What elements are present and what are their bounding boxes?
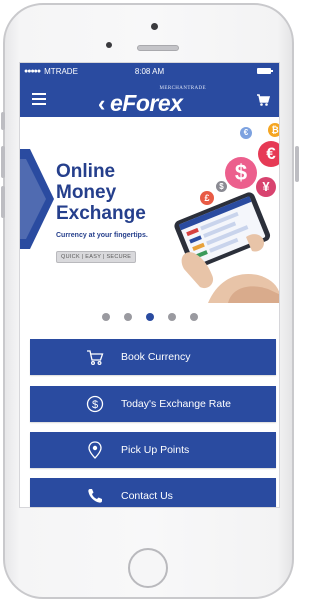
banner-tagline: QUICK | EASY | SECURE	[56, 251, 137, 263]
banner-arrow-shape	[20, 149, 54, 249]
phone-icon	[88, 489, 102, 503]
euro-small-coin-icon: €	[240, 127, 252, 139]
banner-title: Online Money Exchange	[56, 161, 146, 224]
dollar-coin-icon: $	[86, 395, 104, 413]
contact-us-button[interactable]: Contact Us	[30, 478, 276, 507]
contact-us-label: Contact Us	[121, 490, 173, 502]
book-currency-label: Book Currency	[121, 351, 191, 363]
carousel-dot[interactable]	[190, 313, 198, 321]
cart-icon[interactable]	[256, 93, 270, 107]
book-currency-button[interactable]: Book Currency	[30, 339, 276, 375]
volume-up-button	[1, 146, 5, 178]
mute-switch	[1, 112, 5, 130]
power-button	[295, 146, 299, 182]
banner-title-line: Exchange	[56, 203, 146, 224]
carousel-dot-active[interactable]	[146, 313, 154, 321]
promo-banner[interactable]: Online Money Exchange Currency at your f…	[20, 117, 279, 303]
carousel-dot[interactable]	[168, 313, 176, 321]
bitcoin-coin-icon: ₿	[268, 123, 279, 137]
svg-text:$: $	[92, 399, 98, 411]
banner-title-line: Online	[56, 161, 116, 182]
carousel-indicator	[102, 313, 198, 321]
exchange-rate-button[interactable]: $ Today's Exchange Rate	[30, 386, 276, 422]
euro-coin-icon: €	[258, 141, 279, 167]
app-screen: ●●●●● MTRADE 8:08 AM MERCHANTRADE ‹ eFor…	[19, 62, 280, 508]
status-bar: ●●●●● MTRADE 8:08 AM	[20, 63, 279, 81]
location-pin-icon	[88, 441, 102, 459]
volume-down-button	[1, 186, 5, 218]
banner-title-line: Money	[56, 182, 117, 203]
pick-up-points-button[interactable]: Pick Up Points	[30, 432, 276, 468]
earpiece-speaker	[137, 45, 179, 51]
pick-up-points-label: Pick Up Points	[121, 444, 190, 456]
front-camera	[106, 42, 112, 48]
proximity-sensor	[151, 23, 158, 30]
status-time: 8:08 AM	[134, 67, 165, 76]
home-button[interactable]	[128, 548, 168, 588]
logo-chevron: ‹	[98, 91, 106, 116]
exchange-rate-label: Today's Exchange Rate	[121, 398, 231, 410]
carousel-dot[interactable]	[124, 313, 132, 321]
cart-icon	[87, 350, 104, 366]
app-header: MERCHANTRADE ‹ eForex	[20, 81, 279, 117]
hand-holding-phone-illustration	[174, 192, 279, 303]
hamburger-icon[interactable]	[32, 93, 46, 105]
carousel-dot[interactable]	[102, 313, 110, 321]
battery-full-icon	[257, 68, 273, 74]
banner-subtitle: Currency at your fingertips.	[56, 232, 148, 239]
logo-wordmark: eForex	[110, 90, 183, 116]
eforex-logo: MERCHANTRADE ‹ eForex	[98, 86, 208, 116]
